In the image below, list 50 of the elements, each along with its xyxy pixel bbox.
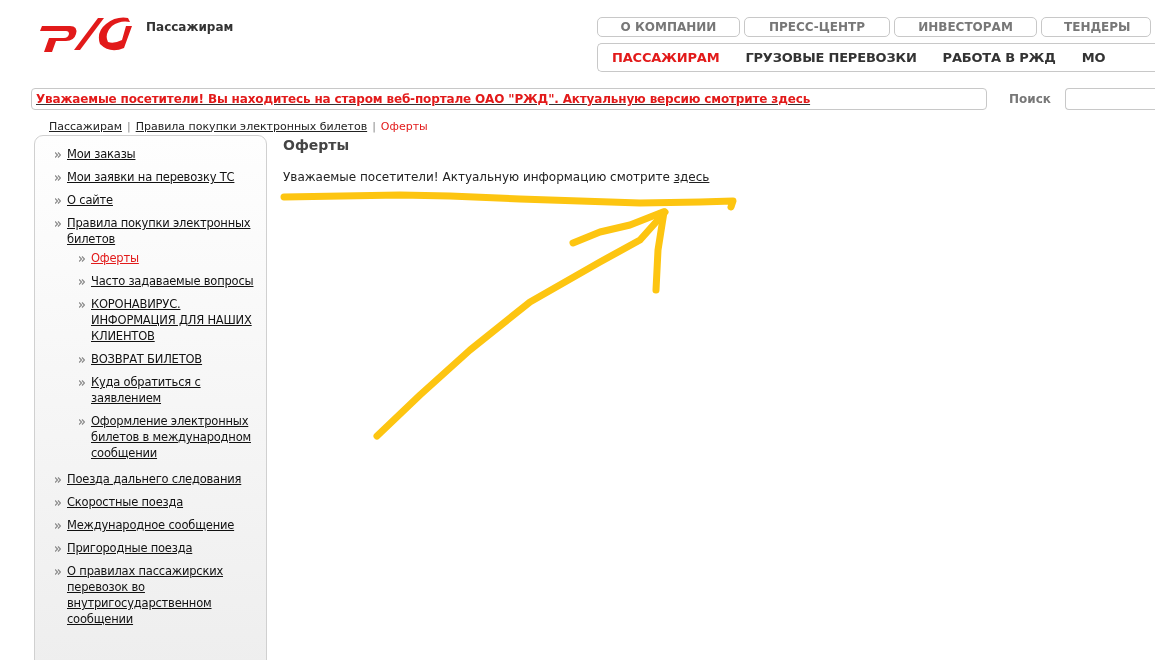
- nav-tab[interactable]: МО: [1081, 50, 1106, 65]
- breadcrumb-link[interactable]: Пассажирам: [49, 119, 122, 133]
- chevron-icon: [79, 302, 85, 308]
- breadcrumb-separator: |: [372, 119, 376, 133]
- chevron-icon: [79, 419, 85, 425]
- sidebar-link[interactable]: Поезда дальнего следования: [67, 471, 242, 487]
- nav-button[interactable]: ТЕНДЕРЫ: [1041, 17, 1151, 37]
- breadcrumb-separator: |: [126, 119, 131, 133]
- chevron-icon: [55, 569, 61, 575]
- here-link[interactable]: здесь: [673, 170, 710, 184]
- sidebar-link[interactable]: О правилах пассажирских перевозок во внутригосударственном сообщении: [67, 563, 258, 627]
- chevron-icon: [79, 256, 85, 262]
- notice-link[interactable]: Уважаемые посетители! Вы находитесь на старом веб-портале ОАО "РЖД". Актуальную версию смотрите здесь: [36, 92, 811, 106]
- nav-tab[interactable]: РАБОТА В РЖД: [942, 50, 1056, 65]
- notice-text: Уважаемые посетители! Актуальную информацию смотрите здесь: [283, 170, 710, 184]
- breadcrumb-link[interactable]: Правила покупки электронных билетов: [135, 119, 368, 133]
- sidebar-link[interactable]: Оформление электронных билетов в международном сообщении: [91, 413, 258, 461]
- sidebar-link[interactable]: Мои заказы: [67, 146, 136, 162]
- chevron-icon: [55, 175, 61, 181]
- nav-tab[interactable]: ПАССАЖИРАМ: [612, 50, 720, 65]
- sidebar-link[interactable]: Правила покупки электронных билетов: [67, 215, 258, 247]
- chevron-icon: [55, 152, 61, 158]
- chevron-icon: [79, 357, 85, 363]
- chevron-icon: [55, 500, 61, 506]
- section-title: Пассажирам: [146, 20, 234, 34]
- nav-button[interactable]: ИНВЕСТОРАМ: [894, 17, 1037, 37]
- chevron-icon: [55, 546, 61, 552]
- sidebar-link[interactable]: Куда обратиться с заявлением: [91, 374, 258, 406]
- nav-tab[interactable]: ГРУЗОВЫЕ ПЕРЕВОЗКИ: [745, 50, 917, 65]
- sidebar-link[interactable]: Оферты: [91, 250, 139, 266]
- sidebar-link[interactable]: Мои заявки на перевозку ТС: [67, 169, 235, 185]
- chevron-icon: [55, 477, 61, 483]
- sidebar-link[interactable]: Международное сообщение: [67, 517, 235, 533]
- chevron-icon: [79, 279, 85, 285]
- search-label: Поиск: [1009, 92, 1051, 106]
- nav-button[interactable]: ПРЕСС-ЦЕНТР: [744, 17, 890, 37]
- sidebar-link[interactable]: Часто задаваемые вопросы: [91, 273, 254, 289]
- chevron-icon: [55, 523, 61, 529]
- sidebar-link[interactable]: Скоростные поезда: [67, 494, 184, 510]
- sidebar-link[interactable]: О сайте: [67, 192, 113, 208]
- nav-button[interactable]: О КОМПАНИИ: [597, 17, 740, 37]
- page-title: Оферты: [283, 137, 351, 153]
- chevron-icon: [55, 221, 61, 227]
- sidebar-link[interactable]: Пригородные поезда: [67, 540, 193, 556]
- chevron-icon: [79, 380, 85, 386]
- breadcrumb-current: Оферты: [380, 119, 428, 133]
- sidebar-link[interactable]: КОРОНАВИРУС. ИНФОРМАЦИЯ ДЛЯ НАШИХ КЛИЕНТОВ: [91, 296, 258, 344]
- chevron-icon: [55, 198, 61, 204]
- search-field[interactable]: [1065, 88, 1155, 110]
- sidebar-link[interactable]: ВОЗВРАТ БИЛЕТОВ: [91, 351, 203, 367]
